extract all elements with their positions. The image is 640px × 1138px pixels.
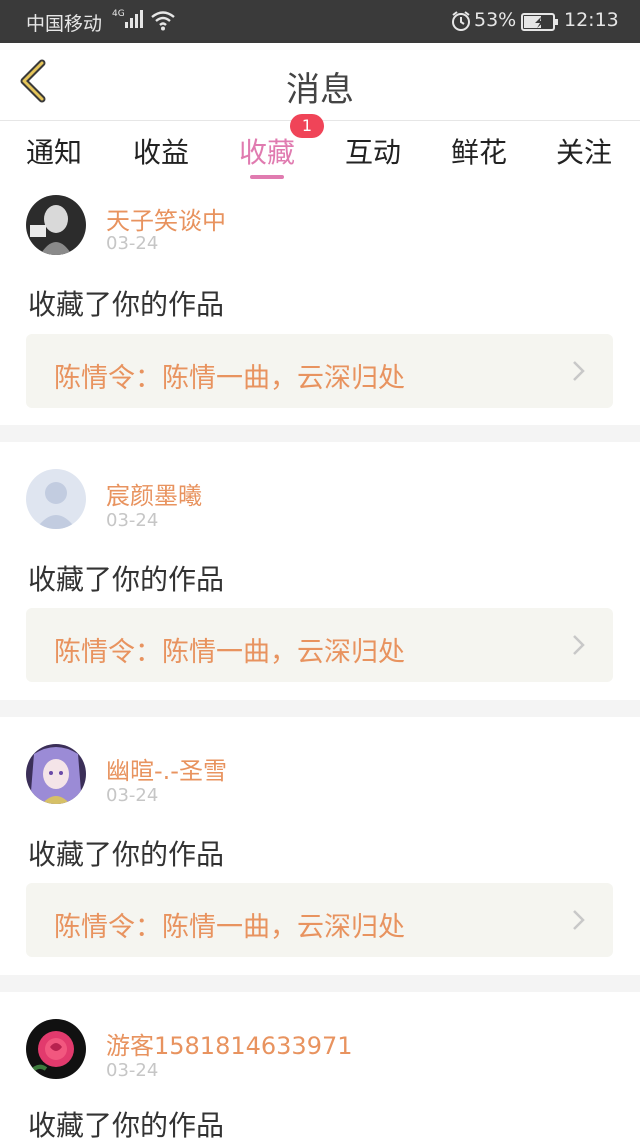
default-avatar-icon [26, 469, 86, 529]
message-date: 03-24 [106, 233, 159, 254]
app-header: 消息 [0, 43, 640, 121]
message-text: 收藏了你的作品 [28, 838, 225, 871]
tab-earnings[interactable]: 收益 [133, 131, 189, 177]
message-card: 天子笑谈中 03-24 收藏了你的作品 陈情令：陈情一曲，云深归处 [0, 181, 640, 425]
user-avatar-image [26, 744, 86, 804]
user-name[interactable]: 宸颜墨曦 [106, 476, 202, 511]
status-bar: 中国移动 4G 53% 12:13 [0, 0, 640, 43]
chevron-right-icon [573, 635, 585, 655]
tab-notifications[interactable]: 通知 [26, 131, 82, 177]
message-text: 收藏了你的作品 [28, 563, 225, 596]
unread-badge: 1 [290, 114, 324, 138]
chevron-right-icon [573, 361, 585, 381]
clock: 12:13 [564, 9, 619, 31]
battery-charging-icon [521, 13, 558, 31]
divider [0, 975, 640, 992]
tab-interactions[interactable]: 互动 [345, 131, 401, 177]
user-avatar-image [26, 1019, 86, 1079]
user-avatar-image [26, 195, 86, 255]
message-card: 幽暄-.-圣雪 03-24 收藏了你的作品 陈情令：陈情一曲，云深归处 [0, 717, 640, 975]
message-date: 03-24 [106, 785, 159, 806]
network-type: 4G [112, 9, 125, 19]
page-title: 消息 [286, 70, 354, 110]
avatar[interactable] [26, 469, 86, 529]
tab-following[interactable]: 关注 [556, 131, 612, 177]
alarm-icon [452, 11, 470, 31]
message-text: 收藏了你的作品 [28, 288, 225, 321]
user-name[interactable]: 幽暄-.-圣雪 [106, 751, 227, 786]
divider [0, 700, 640, 717]
signal-icon: 4G [112, 9, 143, 28]
battery-percent: 53% [474, 9, 517, 31]
message-card: 宸颜墨曦 03-24 收藏了你的作品 陈情令：陈情一曲，云深归处 [0, 442, 640, 700]
work-title: 陈情令：陈情一曲，云深归处 [54, 912, 405, 943]
carrier-label: 中国移动 [26, 13, 103, 35]
message-date: 03-24 [106, 1060, 159, 1081]
chevron-right-icon [573, 910, 585, 930]
work-title: 陈情令：陈情一曲，云深归处 [54, 637, 405, 668]
message-date: 03-24 [106, 510, 159, 531]
tab-flowers[interactable]: 鲜花 [451, 131, 507, 177]
divider [0, 425, 640, 442]
avatar[interactable] [26, 195, 86, 255]
wifi-icon [151, 11, 175, 31]
work-link[interactable]: 陈情令：陈情一曲，云深归处 [26, 334, 613, 408]
avatar[interactable] [26, 744, 86, 804]
tab-favorites[interactable]: 收藏 [239, 131, 295, 177]
active-tab-indicator [250, 175, 284, 179]
avatar[interactable] [26, 1019, 86, 1079]
work-link[interactable]: 陈情令：陈情一曲，云深归处 [26, 883, 613, 957]
user-name[interactable]: 游客1581814633971 [106, 1026, 353, 1061]
message-card: 游客1581814633971 03-24 收藏了你的作品 [0, 992, 640, 1138]
work-title: 陈情令：陈情一曲，云深归处 [54, 363, 405, 394]
work-link[interactable]: 陈情令：陈情一曲，云深归处 [26, 608, 613, 682]
message-text: 收藏了你的作品 [28, 1109, 225, 1138]
user-name[interactable]: 天子笑谈中 [106, 201, 226, 236]
